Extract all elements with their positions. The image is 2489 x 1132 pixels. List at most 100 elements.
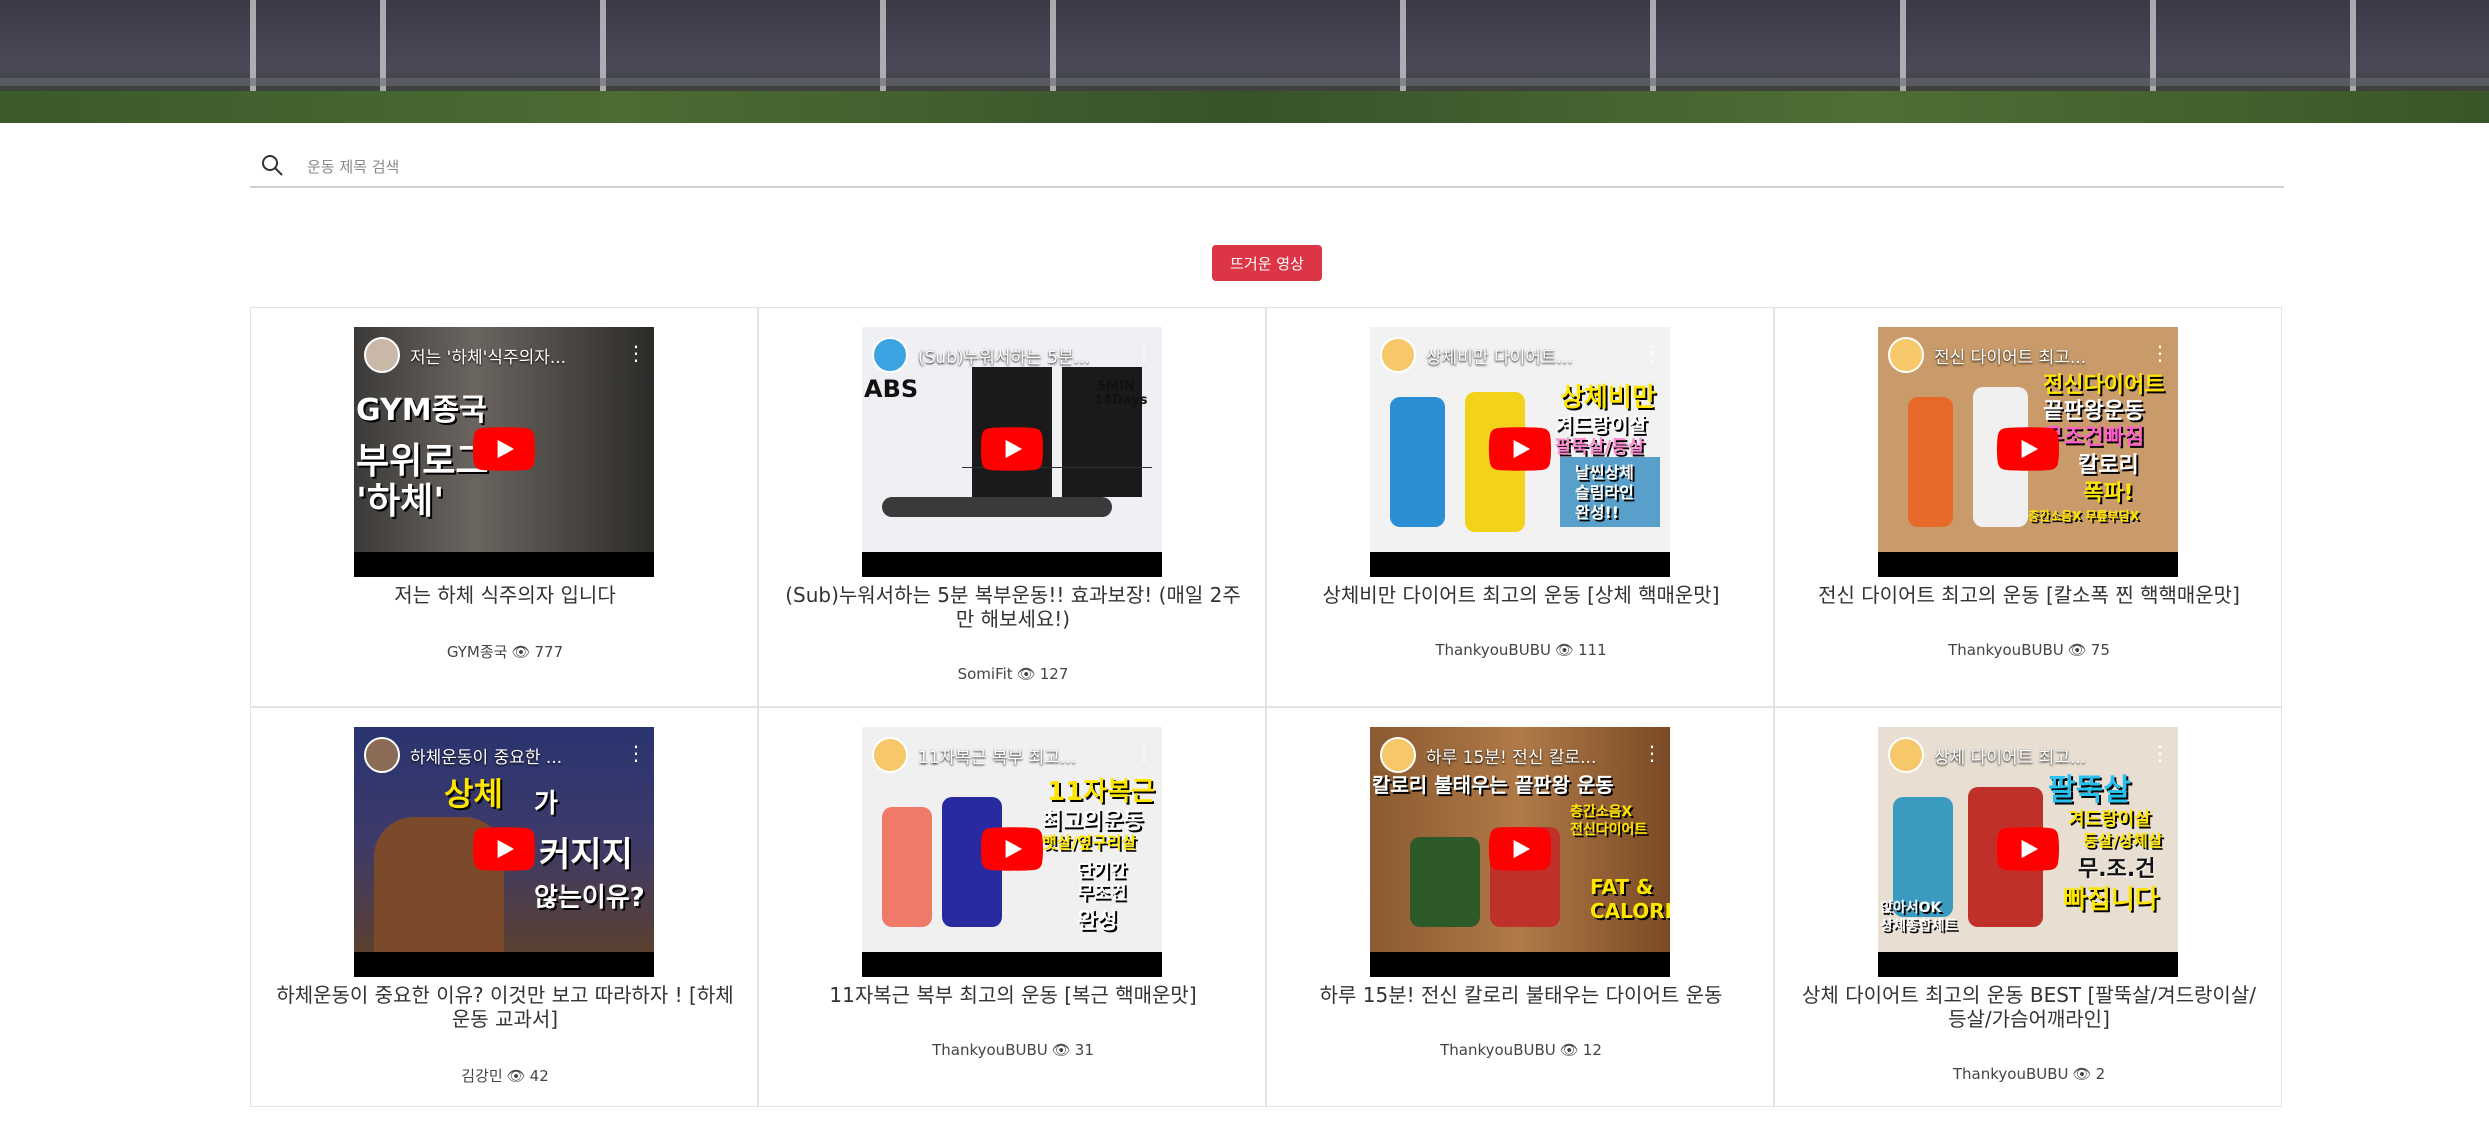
video-title[interactable]: 11자복근 복부 최고의 운동 [복근 핵매운맛] [779, 983, 1247, 1007]
video-title[interactable]: 상체 다이어트 최고의 운동 BEST [팔뚝살/겨드랑이살/등살/가슴어깨라인… [1795, 983, 2263, 1031]
play-icon[interactable] [1996, 427, 2060, 471]
video-title[interactable]: 저는 하체 식주의자 입니다 [271, 583, 739, 607]
thumb-text: 커지지 [539, 835, 633, 875]
video-card: 11자복근 최고의운동 뱃살/옆구리살 단기간 무조건 완성 11자복근 복부 … [758, 707, 1266, 1107]
channel-avatar[interactable] [364, 737, 400, 773]
video-player[interactable]: 상체비만 겨드랑이살 팔뚝살/등살 날씬상체 슬림라인 완성!! 상체비만 다이… [1370, 327, 1670, 577]
video-meta: 김강민 👁 42 [271, 1065, 739, 1086]
thumb-text: CALORIE [1590, 899, 1670, 923]
more-vert-icon[interactable]: ⋮ [626, 341, 646, 365]
thumb-text: 뱃살/옆구리살 [1042, 833, 1137, 852]
thumb-text: 무조건 [1077, 883, 1127, 904]
video-player[interactable]: 칼로리 불태우는 끝판왕 운동 층간소음X 전신다이어트 FAT & CALOR… [1370, 727, 1670, 977]
thumb-text: 완성 [1077, 909, 1118, 934]
thumb-text: FAT & [1590, 875, 1654, 899]
thumb-text: 팔뚝살 [2048, 773, 2131, 808]
channel-name: GYM종국 [446, 643, 508, 661]
thumb-text: 14Days [1094, 393, 1148, 408]
thumb-text: 5MIN [1097, 379, 1135, 394]
play-icon[interactable] [980, 827, 1044, 871]
more-vert-icon[interactable]: ⋮ [1134, 341, 1154, 365]
play-icon[interactable] [980, 427, 1044, 471]
channel-avatar[interactable] [1380, 737, 1416, 773]
thumb-text: 폭파! [2083, 481, 2134, 506]
channel-avatar[interactable] [364, 337, 400, 373]
eye-icon: 👁 [1016, 665, 1036, 683]
eye-icon: 👁 [1559, 1041, 1579, 1059]
search-input[interactable] [305, 152, 2209, 182]
play-icon[interactable] [472, 827, 536, 871]
thumb-text: 층간소음X [1570, 804, 1633, 820]
video-meta: ThankyouBUBU 👁 31 [779, 1041, 1247, 1059]
more-vert-icon[interactable]: ⋮ [626, 741, 646, 765]
video-title[interactable]: 하체운동이 중요한 이유? 이것만 보고 따라하자 ! [하체운동 교과서] [271, 983, 739, 1031]
video-grid: GYM종국 부위로그 '하체' 저는 '하체'식주의자... ⋮ 저는 하체 식… [250, 307, 2284, 1107]
search-bar [250, 150, 2284, 188]
video-thumb-title[interactable]: (Sub)누워서하는 5분... [918, 343, 1128, 368]
view-count: 111 [1578, 641, 1607, 659]
video-thumb-title[interactable]: 하체운동이 중요한 ... [410, 743, 620, 768]
video-player[interactable]: 전신다이어트 끝판왕운동 무조건빠짐 칼로리 폭파! 층간소음X 무릎부담X 전… [1878, 327, 2178, 577]
thumb-text: 않는이유? [534, 883, 645, 913]
more-vert-icon[interactable]: ⋮ [2150, 341, 2170, 365]
video-thumb-title[interactable]: 저는 '하체'식주의자... [410, 343, 620, 368]
play-icon[interactable] [1488, 427, 1552, 471]
thumb-text: ABS [864, 375, 919, 403]
eye-icon: 👁 [1554, 641, 1575, 659]
play-icon[interactable] [1996, 827, 2060, 871]
eye-icon: 👁 [511, 643, 531, 661]
thumb-text: 팔뚝살/등살 [1555, 437, 1645, 458]
more-vert-icon[interactable]: ⋮ [1642, 741, 1662, 765]
more-vert-icon[interactable]: ⋮ [1134, 741, 1154, 765]
eye-icon: 👁 [2067, 641, 2087, 659]
more-vert-icon[interactable]: ⋮ [2150, 741, 2170, 765]
channel-name: ThankyouBUBU [1948, 641, 2064, 659]
search-icon [262, 155, 283, 176]
video-thumb-title[interactable]: 상체비만 다이어트... [1426, 343, 1636, 368]
thumb-text: 상체종합세트 [1880, 918, 1958, 934]
channel-name: ThankyouBUBU [1435, 641, 1551, 659]
video-card: 칼로리 불태우는 끝판왕 운동 층간소음X 전신다이어트 FAT & CALOR… [1266, 707, 1774, 1107]
channel-avatar[interactable] [872, 337, 908, 373]
video-player[interactable]: 11자복근 최고의운동 뱃살/옆구리살 단기간 무조건 완성 11자복근 복부 … [862, 727, 1162, 977]
video-player[interactable]: GYM종국 부위로그 '하체' 저는 '하체'식주의자... ⋮ [354, 327, 654, 577]
thumb-text: 층간소음X 무릎부담X [2028, 509, 2140, 523]
hero-banner [0, 0, 2489, 123]
video-title[interactable]: 상체비만 다이어트 최고의 운동 [상체 핵매운맛] [1287, 583, 1755, 607]
view-count: 42 [529, 1067, 549, 1085]
play-icon[interactable] [1488, 827, 1552, 871]
hot-videos-button[interactable]: 뜨거운 영상 [1212, 245, 1322, 281]
thumb-text: 칼로리 불태우는 끝판왕 운동 [1372, 773, 1614, 797]
video-meta: ThankyouBUBU 👁 2 [1795, 1065, 2263, 1083]
video-card: 전신다이어트 끝판왕운동 무조건빠짐 칼로리 폭파! 층간소음X 무릎부담X 전… [1774, 307, 2282, 707]
video-thumb-title[interactable]: 전신 다이어트 최고... [1934, 343, 2144, 368]
video-meta: SomiFit 👁 127 [779, 665, 1247, 683]
video-thumb-title[interactable]: 11자복근 복부 최고... [918, 743, 1128, 768]
video-title[interactable]: 전신 다이어트 최고의 운동 [칼소폭 찐 핵핵매운맛] [1795, 583, 2263, 607]
thumb-text: '하체' [356, 481, 445, 522]
video-meta: GYM종국 👁 777 [271, 641, 739, 662]
channel-avatar[interactable] [1888, 737, 1924, 773]
video-player[interactable]: 상체 가 커지지 않는이유? 하체운동이 중요한 ... ⋮ [354, 727, 654, 977]
channel-avatar[interactable] [872, 737, 908, 773]
channel-avatar[interactable] [1888, 337, 1924, 373]
thumb-text: 빠집니다 [2063, 885, 2159, 915]
video-card: 팔뚝살 겨드랑이살 등살/상체살 무.조.건 빠집니다 앉아서OK 상체종합세트… [1774, 707, 2282, 1107]
video-player[interactable]: 팔뚝살 겨드랑이살 등살/상체살 무.조.건 빠집니다 앉아서OK 상체종합세트… [1878, 727, 2178, 977]
video-player[interactable]: ABS 5MIN 14Days (Sub)누워서하는 5분... ⋮ [862, 327, 1162, 577]
channel-avatar[interactable] [1380, 337, 1416, 373]
video-title[interactable]: 하루 15분! 전신 칼로리 불태우는 다이어트 운동 [1287, 983, 1755, 1007]
thumb-text: 등살/상체살 [2083, 831, 2163, 850]
more-vert-icon[interactable]: ⋮ [1642, 341, 1662, 365]
thumb-text: 전신다이어트 [1570, 822, 1648, 838]
play-icon[interactable] [472, 427, 536, 471]
thumb-text: 가 [534, 789, 558, 819]
channel-name: ThankyouBUBU [1440, 1041, 1556, 1059]
video-title[interactable]: (Sub)누워서하는 5분 복부운동!! 효과보장! (매일 2주만 해보세요!… [779, 583, 1247, 631]
view-count: 31 [1074, 1041, 1094, 1059]
eye-icon: 👁 [2072, 1065, 2092, 1083]
video-thumb-title[interactable]: 하루 15분! 전신 칼로... [1426, 743, 1636, 768]
video-card: ABS 5MIN 14Days (Sub)누워서하는 5분... ⋮ (Sub)… [758, 307, 1266, 707]
video-thumb-title[interactable]: 상체 다이어트 최고... [1934, 743, 2144, 768]
thumb-text: GYM종국 [356, 393, 487, 428]
